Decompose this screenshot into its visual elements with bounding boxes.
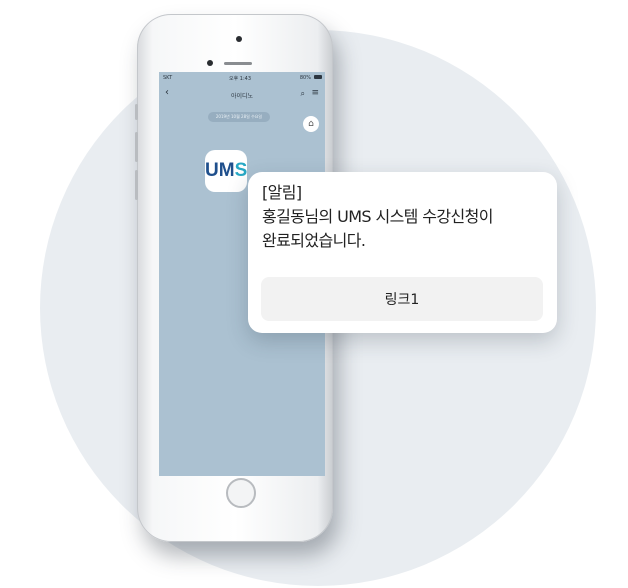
clock-label: 오후 1:43: [229, 76, 252, 82]
search-icon[interactable]: ⌕: [301, 89, 305, 99]
carrier-label: SKT: [163, 75, 173, 81]
logo-text-s: S: [234, 160, 248, 181]
logo-text-um: UM: [205, 160, 235, 181]
volume-up-button: [135, 132, 138, 162]
message-line-1: [알림]: [262, 183, 302, 202]
home-button[interactable]: [226, 478, 256, 508]
message-line-3: 완료되었습니다.: [262, 231, 366, 250]
link-button[interactable]: 링크1: [261, 277, 543, 321]
proximity-sensor: [207, 60, 213, 66]
volume-down-button: [135, 170, 138, 200]
battery-label: 80%: [299, 75, 311, 81]
front-camera: [236, 36, 242, 42]
earpiece-speaker: [224, 62, 252, 65]
message-card: [알림] 홍길동님의 UMS 시스템 수강신청이 완료되었습니다. 링크1: [248, 172, 557, 333]
home-icon[interactable]: ⌂: [303, 116, 319, 132]
message-line-2: 홍길동님의 UMS 시스템 수강신청이: [262, 207, 493, 226]
chat-header: ‹ 아이디노 ⌕ ≡: [159, 84, 325, 106]
ums-logo: UMS: [205, 150, 247, 192]
message-body: [알림] 홍길동님의 UMS 시스템 수강신청이 완료되었습니다.: [262, 181, 493, 253]
battery-icon: [314, 75, 322, 79]
menu-icon[interactable]: ≡: [311, 88, 319, 98]
status-bar: SKT 오후 1:43 80%: [159, 72, 325, 84]
mute-switch: [135, 104, 138, 120]
date-pill: 2019년 10월 28일 수요일: [208, 112, 270, 122]
